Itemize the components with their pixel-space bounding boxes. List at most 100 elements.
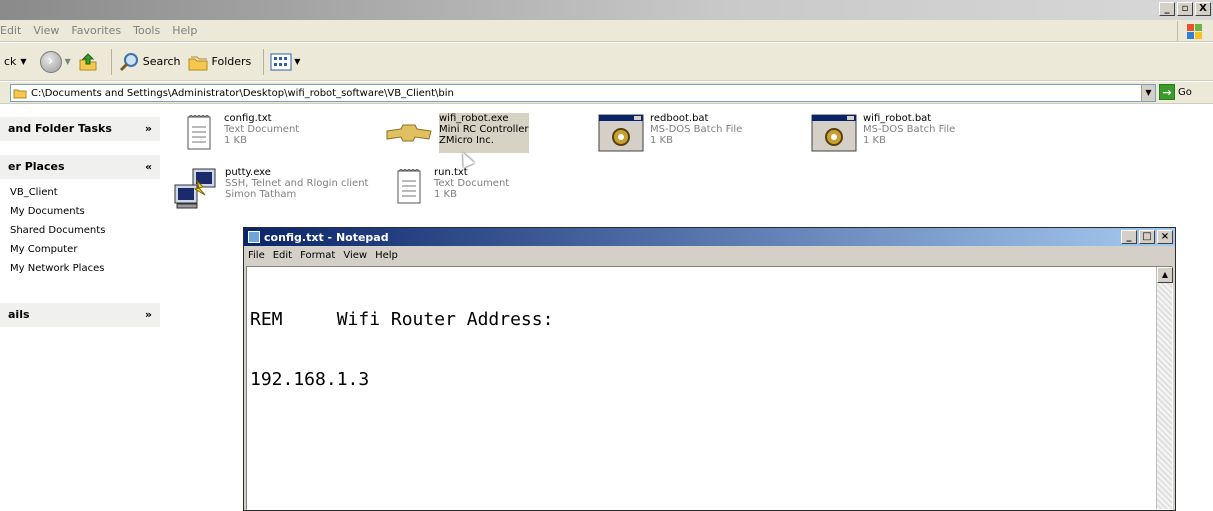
chevrolet-logo-icon <box>386 124 432 142</box>
file-details: putty.exe SSH, Telnet and Rlogin client … <box>225 167 368 211</box>
search-label: Search <box>142 55 181 68</box>
views-button[interactable]: ▼ <box>270 53 300 71</box>
folder-tasks-header[interactable]: and Folder Tasks » <box>0 117 160 141</box>
folders-icon <box>188 56 208 70</box>
file-name: run.txt <box>434 167 468 178</box>
notepad-window: config.txt - Notepad _ □ × File Edit For… <box>243 227 1176 511</box>
file-item-wifi-robot-exe[interactable]: wifi_robot.exe Mini RC Controller ZMicro… <box>385 113 529 153</box>
place-link-my-computer[interactable]: My Computer <box>10 244 77 255</box>
chevron-down-icon: ▼ <box>20 57 27 66</box>
go-button[interactable]: → Go <box>1159 84 1192 100</box>
batch-gear-icon <box>598 114 644 152</box>
folders-button[interactable]: Folders <box>187 51 251 73</box>
back-button[interactable]: ck ▼ <box>4 55 31 68</box>
minimize-button[interactable]: _ <box>1159 2 1175 16</box>
restore-button[interactable]: ▫ <box>1177 2 1193 16</box>
up-folder-button[interactable] <box>77 51 99 73</box>
file-name: putty.exe <box>225 167 271 178</box>
file-info: 1 KB <box>650 135 673 146</box>
expand-chevron-icon[interactable]: » <box>145 117 152 141</box>
file-info: 1 KB <box>434 189 457 200</box>
notepad-menubar: File Edit Format View Help <box>244 246 1175 264</box>
toolbar-separator <box>110 48 112 75</box>
file-info: Simon Tatham <box>225 189 297 200</box>
file-name: config.txt <box>224 113 272 124</box>
menu-help[interactable]: Help <box>172 24 197 37</box>
file-details: run.txt Text Document 1 KB <box>434 167 509 207</box>
notepad-maximize-button[interactable]: □ <box>1139 230 1155 244</box>
batch-gear-icon <box>811 114 857 152</box>
notepad-line-1: REM Wifi Router Address: <box>250 309 554 330</box>
place-link-vb-client[interactable]: VB_Client <box>10 187 58 198</box>
file-item-config-txt[interactable]: config.txt Text Document 1 KB <box>184 113 299 153</box>
forward-button[interactable]: › <box>39 50 62 73</box>
file-type: SSH, Telnet and Rlogin client <box>225 178 369 189</box>
notepad-vertical-scrollbar[interactable]: ▲ <box>1156 267 1173 509</box>
menu-view[interactable]: View <box>33 24 59 37</box>
go-label: Go <box>1178 86 1192 98</box>
notepad-window-controls: _ □ × <box>1121 230 1173 244</box>
folder-tasks-label: and Folder Tasks <box>8 122 112 135</box>
folder-icon <box>13 89 27 99</box>
menu-favorites[interactable]: Favorites <box>71 24 121 37</box>
file-details: config.txt Text Document 1 KB <box>224 113 299 153</box>
file-details: wifi_robot.exe Mini RC Controller ZMicro… <box>439 113 529 153</box>
file-type: Text Document <box>434 178 510 189</box>
notepad-file-icon <box>397 169 421 204</box>
views-icon <box>270 53 292 70</box>
chevron-down-icon[interactable]: ▼ <box>65 57 71 66</box>
window-controls: _ ▫ X <box>1159 2 1211 16</box>
collapse-chevron-icon[interactable]: » <box>145 155 152 179</box>
notepad-menu-file[interactable]: File <box>248 250 265 261</box>
file-item-run-txt[interactable]: run.txt Text Document 1 KB <box>394 167 509 207</box>
notepad-titlebar[interactable]: config.txt - Notepad _ □ × <box>244 228 1175 246</box>
file-item-wifi-robot-bat[interactable]: wifi_robot.bat MS-DOS Batch File 1 KB <box>811 113 955 153</box>
file-item-redboot-bat[interactable]: redboot.bat MS-DOS Batch File 1 KB <box>598 113 742 153</box>
file-details: redboot.bat MS-DOS Batch File 1 KB <box>650 113 742 153</box>
other-places-header[interactable]: er Places » <box>0 155 160 179</box>
notepad-text-area[interactable]: REM Wifi Router Address: 192.168.1.3 ▲ <box>246 266 1173 510</box>
notepad-menu-help[interactable]: Help <box>375 250 398 261</box>
folder-up-icon <box>79 52 97 70</box>
file-type: Text Document <box>224 124 300 135</box>
file-info: 1 KB <box>863 135 886 146</box>
menu-tools[interactable]: Tools <box>133 24 160 37</box>
notepad-close-button[interactable]: × <box>1157 230 1173 244</box>
file-details: wifi_robot.bat MS-DOS Batch File 1 KB <box>863 113 955 153</box>
back-label: ck <box>4 55 17 68</box>
file-name: redboot.bat <box>650 113 709 124</box>
place-link-my-network-places[interactable]: My Network Places <box>10 263 104 274</box>
place-link-shared-documents[interactable]: Shared Documents <box>10 225 105 236</box>
chevron-down-icon: ▼ <box>294 57 301 66</box>
file-name: wifi_robot.exe <box>439 113 509 124</box>
scroll-up-button[interactable]: ▲ <box>1157 267 1173 283</box>
notepad-file-icon <box>187 115 211 150</box>
notepad-menu-format[interactable]: Format <box>300 250 335 261</box>
notepad-app-icon <box>248 231 260 243</box>
file-info: 1 KB <box>224 135 247 146</box>
place-link-my-documents[interactable]: My Documents <box>10 206 85 217</box>
explorer-toolbar: ck ▼ › ▼ Search Folders ▼ <box>0 43 1213 81</box>
search-button[interactable]: Search <box>118 51 181 73</box>
address-field[interactable]: C:\Documents and Settings\Administrator\… <box>10 84 1156 102</box>
address-path: C:\Documents and Settings\Administrator\… <box>31 87 454 99</box>
details-label: ails <box>8 308 30 321</box>
file-item-putty-exe[interactable]: putty.exe SSH, Telnet and Rlogin client … <box>173 167 368 211</box>
menu-edit[interactable]: Edit <box>0 24 21 37</box>
file-info: ZMicro Inc. <box>439 135 494 146</box>
notepad-menu-view[interactable]: View <box>343 250 367 261</box>
close-button[interactable]: X <box>1195 2 1211 16</box>
file-name: wifi_robot.bat <box>863 113 932 124</box>
other-places-label: er Places <box>8 160 65 173</box>
address-dropdown-button[interactable]: ▼ <box>1141 85 1155 101</box>
address-bar: C:\Documents and Settings\Administrator\… <box>0 82 1213 104</box>
toolbar-separator <box>263 48 265 75</box>
explorer-menubar: Edit View Favorites Tools Help <box>0 20 1213 42</box>
notepad-title: config.txt - Notepad <box>264 230 389 244</box>
expand-chevron-icon[interactable]: » <box>145 303 152 327</box>
details-header[interactable]: ails » <box>0 303 160 327</box>
notepad-minimize-button[interactable]: _ <box>1121 230 1137 244</box>
notepad-menu-edit[interactable]: Edit <box>273 250 292 261</box>
file-type: MS-DOS Batch File <box>650 124 743 135</box>
file-type: MS-DOS Batch File <box>863 124 956 135</box>
